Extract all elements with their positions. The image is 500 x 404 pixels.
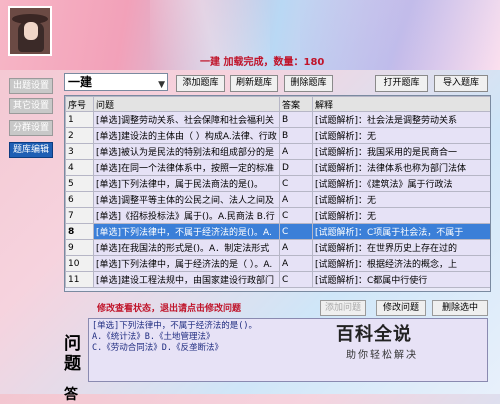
- row-explanation: [试题解析]：在世界历史上存在过的: [312, 239, 490, 256]
- row-answer: B: [279, 127, 313, 144]
- row-question: [单选]调整平等主体的公民之间、法人之间及: [93, 191, 280, 208]
- table-row[interactable]: 7 [单选]《招标投标法》属于()。A.民商法 B.行 C [试题解析]：无: [65, 207, 490, 224]
- row-explanation: [试题解析]：《建筑法》属于行政法: [312, 175, 490, 192]
- watermark-title: 百科全说: [336, 324, 412, 345]
- sidebar: 出题设置 其它设置 分群设置 题库编辑: [0, 74, 62, 394]
- banner-decoration: [300, 0, 500, 70]
- row-question: [单选]在我国法的形式是()。A．制定法形式: [93, 239, 280, 256]
- row-explanation: [试题解析]：无: [312, 191, 490, 208]
- add-bank-button[interactable]: 添加题库: [176, 75, 225, 92]
- row-explanation: [试题解析]：社会法是调整劳动关系: [312, 111, 490, 128]
- table-row[interactable]: 4 [单选]在同一个法律体系中，按照一定的标准 D [试题解析]：法律体系也称为部门法…: [65, 159, 490, 176]
- answer-label: 答: [64, 387, 78, 403]
- row-question: [单选]下列法律中，不属于经济法的是()。A.: [93, 223, 280, 240]
- table-row[interactable]: 3 [单选]被认为是民法的特别法和组成部分的是 A [试题解析]：我国采用的是民商合一: [65, 143, 490, 160]
- row-index: 3: [65, 143, 94, 160]
- row-answer: C: [279, 223, 313, 240]
- column-header-answer[interactable]: 答案: [279, 96, 313, 112]
- sidebar-item-other-settings[interactable]: 其它设置: [9, 98, 53, 114]
- delete-bank-button[interactable]: 删除题库: [284, 75, 333, 92]
- table-row[interactable]: 6 [单选]调整平等主体的公民之间、法人之间及 A [试题解析]：无: [65, 191, 490, 208]
- table-row[interactable]: 1 [单选]调整劳动关系、社会保障和社会福利关 B [试题解析]：社会法是调整劳动关系: [65, 111, 490, 128]
- row-answer: C: [279, 207, 313, 224]
- table-header-row: 序号 问题 答案 解释: [65, 96, 490, 112]
- row-answer: D: [279, 159, 313, 176]
- row-index: 7: [65, 207, 94, 224]
- column-header-question[interactable]: 问题: [93, 96, 280, 112]
- bank-select-value: 一建: [68, 75, 93, 89]
- edit-question-button[interactable]: 修改问题: [376, 300, 426, 316]
- row-index: 2: [65, 127, 94, 144]
- delete-selected-button[interactable]: 删除选中: [432, 300, 488, 316]
- table-row[interactable]: 11 [单选]建设工程法规中，由国家建设行政部门 C [试题解析]：C都属中行使行: [65, 271, 490, 288]
- import-bank-button[interactable]: 导入题库: [434, 75, 488, 92]
- chevron-down-icon: ▼: [158, 80, 165, 90]
- question-table[interactable]: 序号 问题 答案 解释 1 [单选]调整劳动关系、社会保障和社会福利关 B [试题解析…: [64, 95, 491, 292]
- sidebar-item-question-settings[interactable]: 出题设置: [9, 78, 53, 94]
- row-answer: C: [279, 271, 313, 288]
- row-explanation: [试题解析]：我国采用的是民商合一: [312, 143, 490, 160]
- table-row[interactable]: 10 [单选]下列法律中，属于经济法的是（ ）。A. A [试题解析]：根据经济法的概…: [65, 255, 490, 272]
- table-row[interactable]: 9 [单选]在我国法的形式是()。A．制定法形式 A [试题解析]：在世界历史上存在过…: [65, 239, 490, 256]
- row-explanation: [试题解析]：无: [312, 127, 490, 144]
- row-index: 6: [65, 191, 94, 208]
- row-answer: B: [279, 111, 313, 128]
- table-row-selected[interactable]: 8 [单选]下列法律中，不属于经济法的是()。A. C [试题解析]：C项属于社会法，…: [65, 223, 490, 240]
- row-answer: A: [279, 255, 313, 272]
- row-question: [单选]建设法的主体由（ ）构成A.法律、行政: [93, 127, 280, 144]
- column-header-index[interactable]: 序号: [65, 96, 94, 112]
- row-index: 1: [65, 111, 94, 128]
- row-answer: A: [279, 143, 313, 160]
- open-bank-button[interactable]: 打开题库: [375, 75, 428, 92]
- table-row[interactable]: 5 [单选]下列法律中，属于民法商法的是()。 C [试题解析]：《建筑法》属于行政法: [65, 175, 490, 192]
- row-question: [单选]调整劳动关系、社会保障和社会福利关: [93, 111, 280, 128]
- column-header-explanation[interactable]: 解释: [312, 96, 490, 112]
- load-status: 一建 加载完成，数量：180: [200, 57, 325, 68]
- row-index: 11: [65, 271, 94, 288]
- row-index: 8: [65, 223, 94, 240]
- row-question: [单选]建设工程法规中，由国家建设行政部门: [93, 271, 280, 288]
- sidebar-item-bank-edit[interactable]: 题库编辑: [9, 142, 53, 158]
- row-answer: A: [279, 239, 313, 256]
- bank-select[interactable]: 一建 ▼: [64, 73, 168, 91]
- row-answer: C: [279, 175, 313, 192]
- row-explanation: [试题解析]：无: [312, 207, 490, 224]
- table-row[interactable]: 2 [单选]建设法的主体由（ ）构成A.法律、行政 B [试题解析]：无: [65, 127, 490, 144]
- row-answer: A: [279, 191, 313, 208]
- row-explanation: [试题解析]：根据经济法的概念，上: [312, 255, 490, 272]
- row-question: [单选]被认为是民法的特别法和组成部分的是: [93, 143, 280, 160]
- row-index: 4: [65, 159, 94, 176]
- watermark: 百科全说 助你轻松解决: [330, 318, 480, 366]
- add-question-button[interactable]: 添加问题: [320, 300, 366, 316]
- row-explanation: [试题解析]：C都属中行使行: [312, 271, 490, 288]
- row-question: [单选]《招标投标法》属于()。A.民商法 B.行: [93, 207, 280, 224]
- row-question: [单选]下列法律中，属于民法商法的是()。: [93, 175, 280, 192]
- sidebar-item-group-settings[interactable]: 分群设置: [9, 120, 53, 136]
- edit-hint: 修改查看状态，退出请点击修改问题: [97, 304, 242, 314]
- watermark-subtitle: 助你轻松解决: [346, 350, 418, 361]
- refresh-bank-button[interactable]: 刷新题库: [230, 75, 278, 92]
- row-explanation: [试题解析]：法律体系也称为部门法体: [312, 159, 490, 176]
- row-explanation: [试题解析]：C项属于社会法，不属于: [312, 223, 490, 240]
- question-label: 问题: [64, 334, 81, 374]
- row-index: 9: [65, 239, 94, 256]
- row-question: [单选]下列法律中，属于经济法的是（ ）。A.: [93, 255, 280, 272]
- avatar: [8, 6, 52, 56]
- row-index: 5: [65, 175, 94, 192]
- row-index: 10: [65, 255, 94, 272]
- row-question: [单选]在同一个法律体系中，按照一定的标准: [93, 159, 280, 176]
